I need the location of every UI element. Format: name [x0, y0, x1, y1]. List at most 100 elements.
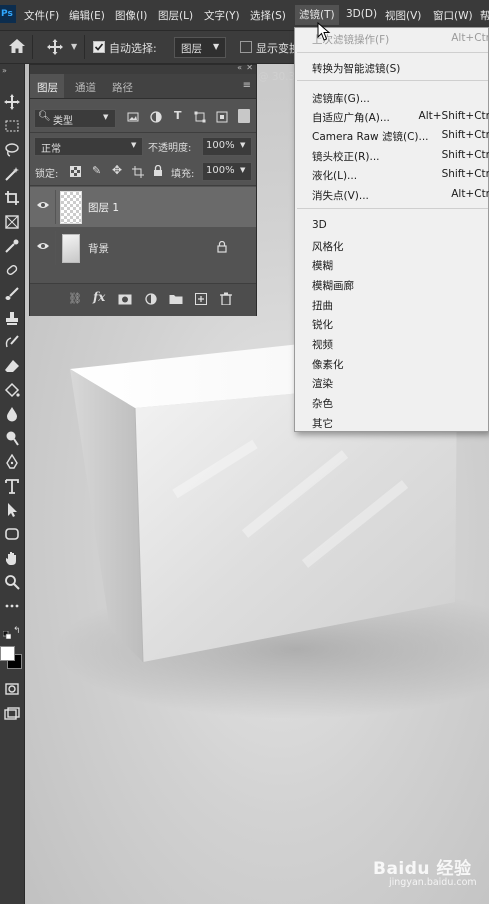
default-colors-icon[interactable] [2, 629, 12, 640]
panel-titlebar: « ✕ [30, 63, 256, 74]
menu-item-stylize[interactable]: 风格化 [312, 239, 344, 254]
menu-file[interactable]: 文件(F) [24, 8, 59, 23]
move-tool-icon[interactable] [2, 92, 22, 112]
filter-kind-dropdown[interactable]: 🔍︎ 类型 ▼ [34, 109, 116, 128]
lock-pixels-icon[interactable]: ✎ [92, 164, 101, 177]
swap-colors-icon[interactable]: ↰ [13, 626, 21, 636]
screen-mode-icon[interactable] [2, 704, 22, 724]
fx-icon[interactable]: fx [93, 290, 105, 304]
crop-tool-icon[interactable] [2, 188, 22, 208]
menu-edit[interactable]: 编辑(E) [69, 8, 105, 23]
menu-item-convert-smart-filter[interactable]: 转换为智能滤镜(S) [312, 61, 400, 76]
layer-row-background[interactable]: 背景 [30, 228, 256, 268]
chevron-down-icon[interactable]: ▼ [71, 42, 77, 51]
pen-tool-icon[interactable] [2, 452, 22, 472]
fill-field[interactable]: 100% ▼ [202, 162, 252, 181]
collapse-icon[interactable]: « [237, 63, 242, 72]
quick-mask-icon[interactable] [2, 679, 22, 699]
menu-item-render[interactable]: 渲染 [312, 376, 333, 391]
chevron-down-icon: ▼ [103, 113, 109, 121]
tab-layers[interactable]: 图层 [37, 80, 58, 95]
magic-wand-tool-icon[interactable] [2, 164, 22, 184]
menu-3d[interactable]: 3D(D) [346, 8, 377, 20]
collapse-icon[interactable]: » [2, 66, 7, 75]
blur-tool-icon[interactable] [2, 404, 22, 424]
menu-item-distort[interactable]: 扭曲 [312, 298, 333, 313]
lasso-tool-icon[interactable] [2, 140, 22, 160]
menu-type[interactable]: 文字(Y) [204, 8, 240, 23]
lock-position-icon[interactable]: ✥ [112, 163, 122, 177]
menu-layer[interactable]: 图层(L) [158, 8, 193, 23]
menu-item-vanishing-point[interactable]: 消失点(V)... [312, 188, 369, 203]
lock-all-icon[interactable] [153, 164, 163, 180]
hand-tool-icon[interactable] [2, 548, 22, 568]
auto-select-checkbox[interactable] [93, 41, 105, 53]
blend-row: 正常 ▼ 不透明度: 100% ▼ [30, 135, 256, 157]
shape-filter-icon[interactable] [194, 111, 206, 126]
tab-channels[interactable]: 通道 [75, 80, 96, 95]
menu-item-3d[interactable]: 3D [312, 219, 327, 231]
menu-window[interactable]: 窗口(W) [433, 8, 473, 23]
type-tool-icon[interactable] [2, 476, 22, 496]
paint-bucket-tool-icon[interactable] [2, 380, 22, 400]
move-tool-preset-icon[interactable] [46, 38, 64, 59]
menu-item-other[interactable]: 其它 [312, 416, 333, 431]
doc-tab-zoom[interactable]: @ 30.3 [258, 71, 295, 83]
menu-item-video[interactable]: 视频 [312, 337, 333, 352]
zoom-tool-icon[interactable] [2, 572, 22, 592]
menu-view[interactable]: 视图(V) [385, 8, 421, 23]
smart-object-filter-icon[interactable] [216, 111, 228, 126]
menu-item-pixelate[interactable]: 像素化 [312, 357, 344, 372]
stamp-tool-icon[interactable] [2, 308, 22, 328]
more-tools-icon[interactable] [2, 596, 22, 616]
folder-icon[interactable] [169, 293, 183, 308]
add-mask-icon[interactable] [118, 294, 132, 308]
new-layer-icon[interactable] [195, 293, 207, 308]
eraser-tool-icon[interactable] [2, 356, 22, 376]
pixel-filter-icon[interactable] [127, 111, 139, 126]
menu-item-liquify[interactable]: 液化(L)... [312, 168, 357, 183]
menu-item-sharpen[interactable]: 锐化 [312, 317, 333, 332]
home-icon[interactable] [8, 38, 26, 57]
lock-transparent-icon[interactable] [70, 166, 81, 180]
menu-help[interactable]: 帮 [480, 8, 489, 23]
filter-toggle-icon[interactable] [238, 109, 250, 123]
brush-tool-icon[interactable] [2, 284, 22, 304]
menu-item-lens-correction[interactable]: 镜头校正(R)... [312, 149, 380, 164]
blend-mode-dropdown[interactable]: 正常 ▼ [34, 137, 143, 156]
menu-item-noise[interactable]: 杂色 [312, 396, 333, 411]
trash-icon[interactable] [220, 292, 232, 308]
menu-select[interactable]: 选择(S) [250, 8, 286, 23]
rectangle-tool-icon[interactable] [2, 524, 22, 544]
eyedropper-tool-icon[interactable] [2, 236, 22, 256]
frame-tool-icon[interactable] [2, 212, 22, 232]
path-selection-tool-icon[interactable] [2, 500, 22, 520]
layer-row-layer1[interactable]: 图层 1 [30, 187, 256, 227]
menu-item-adaptive-wide-angle[interactable]: 自适应广角(A)... [312, 110, 390, 125]
tab-paths[interactable]: 路径 [112, 80, 133, 95]
foreground-color-swatch[interactable] [0, 646, 15, 661]
healing-brush-tool-icon[interactable] [2, 260, 22, 280]
menu-item-blur-gallery[interactable]: 模糊画廊 [312, 278, 354, 293]
menu-item-filter-gallery[interactable]: 滤镜库(G)... [312, 91, 370, 106]
lock-label: 锁定: [35, 169, 59, 180]
visibility-eye-icon[interactable] [36, 241, 50, 254]
adjustment-filter-icon[interactable] [150, 111, 162, 126]
visibility-eye-icon[interactable] [36, 200, 50, 213]
lock-artboard-icon[interactable] [132, 166, 144, 181]
history-brush-tool-icon[interactable] [2, 332, 22, 352]
type-filter-icon[interactable]: T [174, 109, 182, 122]
panel-menu-icon[interactable]: ≡ [243, 80, 251, 91]
link-layers-icon[interactable]: ⛓ [68, 292, 82, 305]
menu-item-vanishing-point-shortcut: Alt+Ctr [451, 188, 489, 200]
menu-item-camera-raw[interactable]: Camera Raw 滤镜(C)... [312, 129, 429, 144]
adjustment-layer-icon[interactable] [145, 293, 157, 308]
dodge-tool-icon[interactable] [2, 428, 22, 448]
menu-item-blur[interactable]: 模糊 [312, 258, 333, 273]
marquee-tool-icon[interactable] [2, 116, 22, 136]
close-icon[interactable]: ✕ [246, 63, 253, 72]
opacity-field[interactable]: 100% ▼ [202, 137, 252, 156]
show-transform-checkbox[interactable] [240, 41, 252, 53]
auto-select-dropdown[interactable]: 图层 ▼ [174, 37, 226, 58]
menu-image[interactable]: 图像(I) [115, 8, 147, 23]
